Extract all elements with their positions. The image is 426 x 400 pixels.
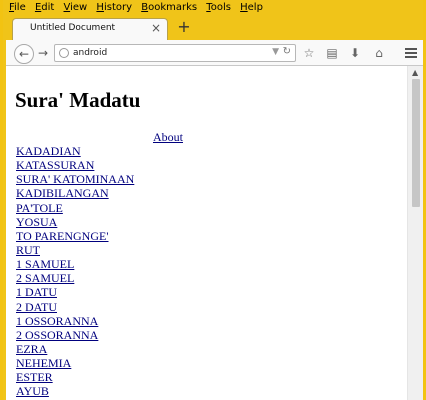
download-icon[interactable]: ⬇ — [346, 44, 364, 62]
menu-line — [405, 52, 417, 54]
dropdown-arrow-icon[interactable]: ▼ — [272, 47, 279, 57]
book-link[interactable]: 2 OSSORANNA — [16, 328, 134, 342]
book-link[interactable]: 1 DATU — [16, 285, 134, 299]
book-list: KADADIAN KATASSURAN SURA' KATOMINAAN KAD… — [16, 144, 134, 399]
scrollbar-thumb[interactable] — [412, 79, 420, 207]
book-link[interactable]: NEHEMIA — [16, 356, 134, 370]
page-title: Sura' Madatu — [15, 88, 141, 112]
menu-view[interactable]: View — [61, 0, 91, 15]
book-link[interactable]: 1 OSSORANNA — [16, 314, 134, 328]
tab-strip: Untitled Document × + — [6, 15, 423, 40]
globe-icon — [59, 48, 69, 58]
book-link[interactable]: EZRA — [16, 342, 134, 356]
book-link[interactable]: 1 SAMUEL — [16, 257, 134, 271]
menu-help[interactable]: Help — [237, 0, 266, 15]
menu-bookmarks[interactable]: Bookmarks — [138, 0, 200, 15]
reload-icon[interactable]: ↻ — [283, 46, 291, 57]
close-tab-icon[interactable]: × — [151, 21, 161, 35]
forward-arrow-icon: → — [37, 46, 49, 60]
book-link[interactable]: AYUB — [16, 384, 134, 398]
url-input[interactable] — [73, 46, 243, 60]
hamburger-menu-icon[interactable] — [402, 44, 420, 62]
book-link[interactable]: PA'TOLE — [16, 201, 134, 215]
book-link[interactable]: KATASSURAN — [16, 158, 134, 172]
browser-window: File Edit View History Bookmarks Tools H… — [0, 0, 426, 400]
menu-bar: File Edit View History Bookmarks Tools H… — [6, 0, 423, 15]
url-bar[interactable]: ▼ ↻ — [54, 44, 296, 62]
menu-line — [405, 48, 417, 50]
page-content: Sura' Madatu About KADADIAN KATASSURAN S… — [6, 66, 407, 400]
tab-title: Untitled Document — [30, 23, 116, 33]
forward-button[interactable]: → — [34, 44, 52, 62]
book-link[interactable]: YOSUA — [16, 215, 134, 229]
home-icon[interactable]: ⌂ — [370, 44, 388, 62]
reading-list-icon[interactable]: ▤ — [323, 44, 341, 62]
new-tab-button[interactable]: + — [175, 18, 193, 36]
back-button[interactable]: ← — [14, 44, 34, 64]
book-link[interactable]: 2 DATU — [16, 300, 134, 314]
bookmark-star-icon[interactable]: ☆ — [300, 44, 318, 62]
tab-untitled-document[interactable]: Untitled Document × — [12, 18, 168, 40]
book-link[interactable]: ESTER — [16, 370, 134, 384]
menu-file[interactable]: File — [6, 0, 29, 15]
navigation-toolbar: ← → ▼ ↻ ☆ ▤ ⬇ ⌂ — [6, 40, 423, 66]
about-link[interactable]: About — [153, 130, 183, 145]
book-link[interactable]: KADIBILANGAN — [16, 186, 134, 200]
book-link[interactable]: KADADIAN — [16, 144, 134, 158]
back-arrow-icon: ← — [18, 47, 30, 61]
book-link[interactable]: SURA' KATOMINAAN — [16, 172, 134, 186]
menu-edit[interactable]: Edit — [32, 0, 57, 15]
book-link[interactable]: RUT — [16, 243, 134, 257]
book-link[interactable]: TO PARENGNGE' — [16, 229, 134, 243]
vertical-scrollbar[interactable]: ▲ — [407, 66, 423, 400]
menu-line — [405, 56, 417, 58]
book-link[interactable]: 2 SAMUEL — [16, 271, 134, 285]
menu-history[interactable]: History — [93, 0, 135, 15]
scroll-up-arrow-icon[interactable]: ▲ — [412, 68, 418, 77]
menu-tools[interactable]: Tools — [203, 0, 234, 15]
